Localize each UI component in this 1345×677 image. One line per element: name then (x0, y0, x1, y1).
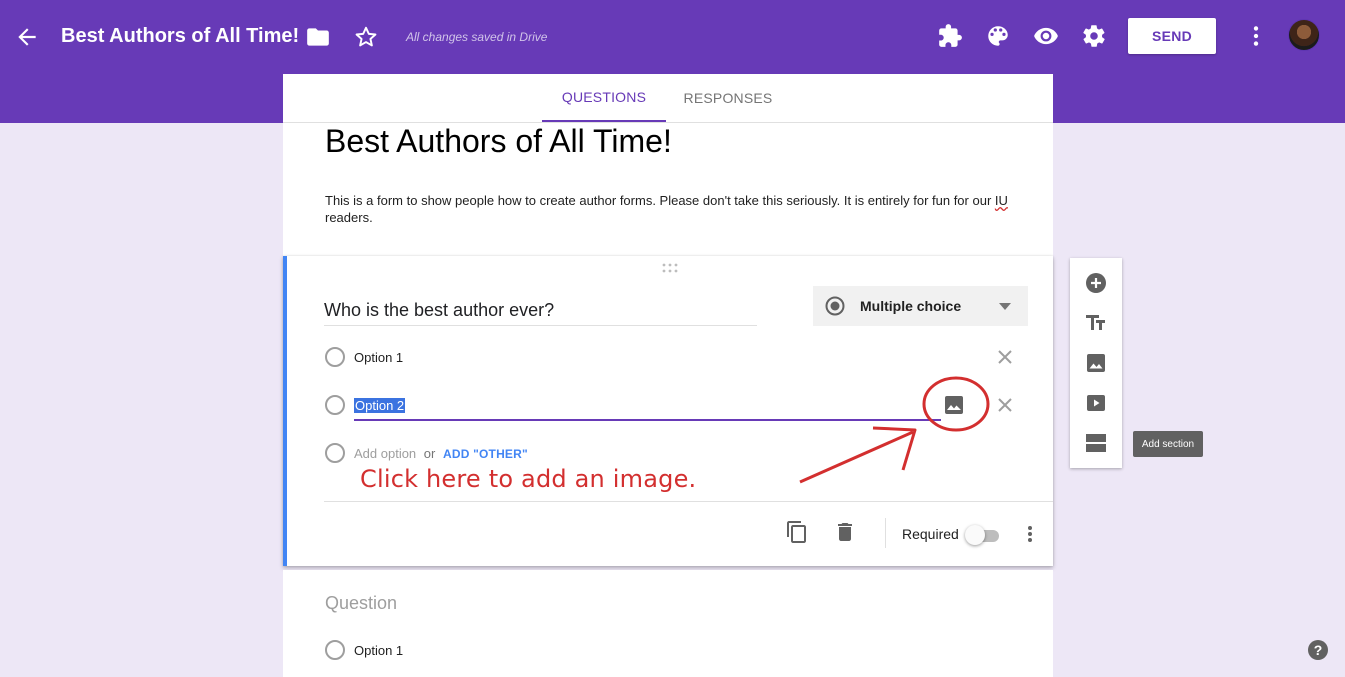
svg-text:?: ? (1314, 642, 1323, 658)
form-description-text: This is a form to show people how to cre… (325, 193, 995, 208)
form-description[interactable]: This is a form to show people how to cre… (325, 192, 1025, 226)
folder-icon[interactable] (305, 24, 331, 50)
tab-responses[interactable]: RESPONSES (680, 74, 776, 122)
delete-trash-icon[interactable] (833, 520, 857, 544)
option-1-input[interactable]: Option 1 (354, 350, 403, 365)
required-toggle[interactable] (965, 524, 1001, 546)
more-vert-icon[interactable] (1020, 522, 1040, 546)
remove-option-icon[interactable] (995, 347, 1015, 367)
account-avatar[interactable] (1288, 19, 1320, 51)
header-form-title: Best Authors of All Time! (61, 25, 300, 47)
question-card-active[interactable]: Who is the best author ever? Multiple ch… (283, 256, 1053, 566)
more-vert-icon[interactable] (1243, 23, 1269, 49)
footer-separator (885, 518, 886, 548)
add-image-icon[interactable] (944, 395, 964, 415)
option-radio (325, 395, 345, 415)
toggle-thumb (965, 525, 985, 545)
add-title-icon[interactable] (1084, 311, 1108, 335)
option-radio (325, 640, 345, 660)
preview-eye-icon[interactable] (1033, 23, 1059, 49)
duplicate-icon[interactable] (785, 520, 809, 544)
add-option-link[interactable]: Add option (354, 446, 416, 461)
question-type-dropdown[interactable]: Multiple choice (813, 286, 1028, 326)
or-text: or (423, 446, 436, 461)
add-section-icon[interactable] (1084, 431, 1108, 455)
form-header-card: Best Authors of All Time! This is a form… (283, 123, 1053, 256)
form-title[interactable]: Best Authors of All Time! (325, 123, 672, 160)
annotation-text: Click here to add an image. (360, 465, 697, 493)
spellcheck-flagged-word: IU (994, 193, 1008, 208)
back-arrow-icon[interactable] (14, 24, 40, 50)
remove-option-icon[interactable] (995, 395, 1015, 415)
add-image-icon[interactable] (1084, 351, 1108, 375)
option-2-input[interactable]: Option 2 (354, 398, 406, 413)
question-type-label: Multiple choice (860, 298, 962, 314)
save-status: All changes saved in Drive (406, 30, 548, 44)
option-2-focus-underline (354, 419, 941, 421)
card-divider (324, 501, 1053, 502)
header-toolbar: Best Authors of All Time! All changes sa… (0, 0, 1345, 74)
settings-gear-icon[interactable] (1081, 23, 1107, 49)
tab-questions[interactable]: QUESTIONS (542, 74, 666, 122)
add-option-row: Add option or ADD "OTHER" (354, 446, 528, 461)
help-icon[interactable]: ? (1306, 638, 1330, 662)
required-label: Required (902, 526, 959, 542)
addon-icon[interactable] (937, 23, 963, 49)
add-video-icon[interactable] (1084, 391, 1108, 415)
question-title-input[interactable]: Who is the best author ever? (324, 300, 757, 326)
add-question-icon[interactable] (1084, 271, 1108, 295)
chevron-down-icon (999, 303, 1011, 310)
side-toolbar (1070, 258, 1122, 468)
option-radio (325, 443, 345, 463)
drag-handle-icon[interactable] (662, 263, 678, 273)
option-1-input[interactable]: Option 1 (354, 643, 403, 658)
option-radio (325, 347, 345, 367)
question-card-inactive[interactable]: Question Option 1 (283, 570, 1053, 677)
palette-icon[interactable] (985, 23, 1011, 49)
send-button[interactable]: SEND (1128, 18, 1216, 54)
form-description-tail: readers. (325, 210, 373, 225)
form-tabs: QUESTIONS RESPONSES (283, 74, 1053, 123)
add-other-link[interactable]: ADD "OTHER" (443, 447, 528, 461)
add-section-tooltip: Add section (1133, 431, 1203, 457)
star-icon[interactable] (353, 24, 379, 50)
question-title-placeholder[interactable]: Question (325, 593, 397, 614)
radio-button-checked-icon (825, 296, 845, 316)
